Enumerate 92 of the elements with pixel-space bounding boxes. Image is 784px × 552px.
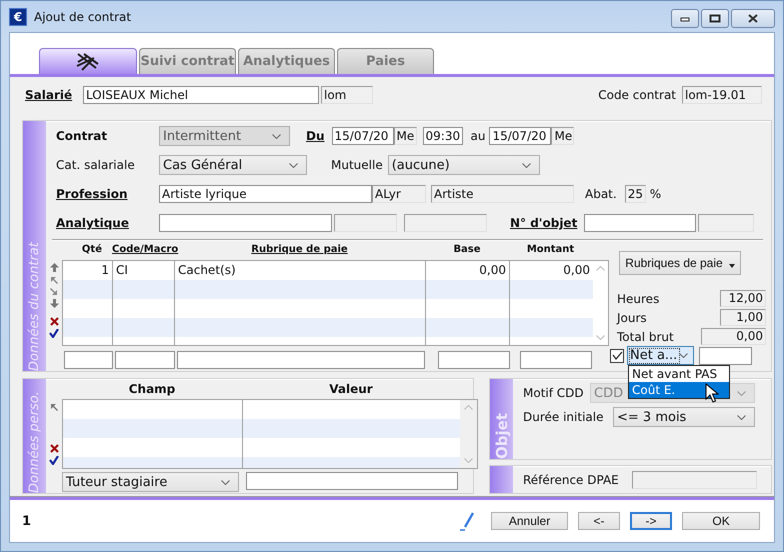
mutual-label: Mutuelle [331, 158, 383, 172]
checkmark-icon[interactable] [49, 329, 59, 338]
panel-strip [490, 466, 513, 493]
column-header: Champ [128, 382, 176, 396]
chevron-down-icon [679, 353, 688, 358]
analytic-field[interactable] [159, 214, 332, 232]
employee-label[interactable]: Salarié [25, 88, 83, 102]
total-field: 1,00 [720, 309, 766, 326]
chevron-down-icon [272, 134, 281, 138]
mutual-select[interactable]: (aucune) [388, 155, 540, 175]
employee-name-field[interactable]: LOISEAUX Michel [83, 86, 319, 104]
scroll-up-icon[interactable] [596, 266, 605, 271]
panel-title: Objet [492, 412, 510, 459]
close-button[interactable] [731, 9, 775, 28]
analytic-code-field [334, 214, 397, 232]
dialog-button[interactable]: OK [682, 512, 760, 530]
end-day-field: Me [551, 127, 574, 145]
close-icon [748, 14, 758, 23]
chevron-down-icon [737, 390, 746, 396]
total-label: Total brut [617, 330, 674, 344]
category-select[interactable]: Cas Général [159, 155, 307, 175]
category-label: Cat. salariale [56, 158, 136, 172]
arrow-up-icon[interactable] [50, 402, 58, 411]
dialog-button[interactable]: Annuler [491, 512, 568, 530]
panel-title: Données du contrat [27, 240, 42, 371]
column-header[interactable]: Base [425, 244, 509, 255]
quantity-input[interactable] [64, 351, 113, 369]
percent-label: % [650, 187, 662, 201]
start-date-field[interactable]: 15/07/20 [332, 127, 394, 145]
start-day-field: Me [394, 127, 417, 145]
allowance-field: 25 [624, 185, 646, 203]
chevron-down-icon [522, 162, 531, 168]
pay-item-input[interactable] [177, 351, 425, 369]
object-number-label[interactable]: N° d'objet [510, 216, 578, 230]
total-field: 0,00 [701, 328, 766, 345]
profession-label[interactable]: Profession [56, 187, 159, 201]
total-label: Heures [617, 292, 660, 306]
start-date-label[interactable]: Du [306, 129, 325, 143]
maximize-icon [709, 14, 721, 23]
minimize-icon [680, 16, 690, 22]
net-checkbox[interactable] [610, 348, 624, 362]
pay-items-button[interactable]: Rubriques de paie [619, 251, 741, 275]
base-input[interactable] [438, 351, 510, 369]
column-header[interactable]: Montant [509, 244, 592, 255]
analytic-label[interactable]: Analytique [56, 216, 159, 230]
chevron-down-icon [289, 162, 298, 168]
delete-icon[interactable] [50, 317, 58, 326]
employee-code-field: lom [321, 86, 373, 104]
column-header[interactable]: Qté [62, 244, 112, 255]
dialog-button[interactable]: -> [630, 512, 672, 530]
contract-code-label: Code contrat [598, 88, 676, 102]
pen-icon[interactable] [459, 512, 476, 530]
delete-icon[interactable] [50, 444, 58, 453]
total-label: Jours [617, 310, 647, 324]
profession-code-field: ALyr [372, 185, 426, 203]
column-header: Valeur [328, 382, 374, 396]
amount-input[interactable] [520, 351, 592, 369]
contract-code-field: lom-19.01 [682, 86, 762, 104]
object-name-field [698, 214, 754, 232]
end-date-label: au [470, 129, 486, 143]
end-date-field[interactable]: 15/07/20 [489, 127, 552, 145]
panel-title: Données perso. [27, 390, 42, 493]
caret-icon [728, 264, 735, 268]
initial-duration-select[interactable]: <= 3 mois [613, 407, 755, 427]
app-icon: € [9, 8, 27, 26]
allowance-label: Abat. [585, 187, 617, 201]
profession-category-field: Artiste [431, 185, 574, 203]
field-select[interactable]: Tuteur stagiaire [62, 472, 239, 492]
dropdown-option[interactable]: Net avant PAS [629, 366, 729, 382]
maximize-button[interactable] [701, 9, 729, 28]
chevron-down-icon [221, 480, 230, 484]
window-title: Ajout de contrat [34, 10, 132, 24]
initial-duration-label: Durée initiale [523, 410, 604, 424]
net-value-field[interactable] [699, 346, 752, 364]
start-time-field[interactable]: 09:30 [422, 127, 463, 145]
value-field[interactable] [246, 472, 458, 490]
dpae-reference-label: Référence DPAE [523, 472, 620, 486]
object-number-field[interactable] [584, 214, 696, 232]
scroll-down-icon[interactable] [596, 335, 605, 340]
dropdown-option[interactable]: Coût E. [629, 382, 729, 398]
dialog-button[interactable]: <- [578, 512, 620, 530]
table-cell-text: 0,00 [562, 262, 591, 279]
chair-tab[interactable] [39, 48, 137, 74]
profession-field[interactable]: Artiste lyrique [159, 185, 372, 203]
record-count: 1 [22, 514, 32, 528]
total-field: 12,00 [720, 290, 766, 307]
code-input[interactable] [115, 351, 175, 369]
cdd-reason-label: Motif CDD [523, 386, 585, 400]
chevron-down-icon [737, 414, 746, 420]
contract-label: Contrat [56, 129, 108, 143]
checkmark-icon[interactable] [49, 456, 59, 465]
minimize-button[interactable] [671, 9, 699, 28]
